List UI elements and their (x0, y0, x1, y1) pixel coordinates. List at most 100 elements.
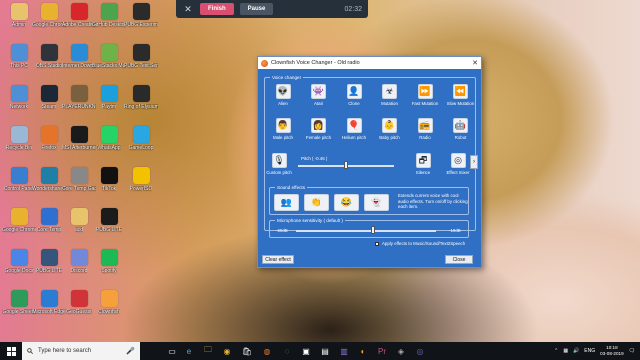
desktop-icon[interactable]: Recycle Bin (2, 126, 36, 160)
sound-effect-2[interactable]: 👏 (304, 194, 329, 211)
start-button[interactable] (0, 342, 22, 360)
desktop-icon[interactable]: Network (2, 85, 36, 119)
voice-custom-pitch[interactable]: 🎙 Custom pitch (264, 153, 294, 183)
voice-alien[interactable]: 👽 Alien (268, 84, 298, 114)
premiere-taskbar-icon[interactable]: Pr (376, 345, 388, 357)
voice-effect-mixer[interactable]: ◎ Effect mixer (443, 153, 473, 183)
desktop-icon[interactable]: Google Docs (2, 249, 36, 283)
silence-label: Silence (415, 170, 431, 175)
folder-icon (70, 208, 88, 225)
desktop-icon[interactable]: Google Chrome (32, 3, 66, 37)
desktop-icon[interactable]: Admin (2, 3, 36, 37)
desktop-icon[interactable]: Microsoft Edge (32, 290, 66, 324)
sound-effect-1[interactable]: 👥 (274, 194, 299, 211)
desktop-icon-label: Discord (70, 268, 88, 274)
voice-fast-mutation[interactable]: ⏩ Fast Mutation (410, 84, 440, 114)
language-indicator[interactable]: ENG (584, 348, 595, 354)
silence-icon: 🗗 (415, 153, 431, 168)
desktop-icon[interactable]: Core Temp (32, 208, 66, 242)
apply-effects-checkbox[interactable] (375, 242, 379, 246)
scroll-right-arrow[interactable]: › (470, 155, 478, 169)
desktop-icon[interactable]: WhatsApp (92, 126, 126, 160)
desktop-icon[interactable]: OBS Studio (32, 44, 66, 78)
pause-button[interactable]: Pause (239, 3, 274, 15)
desktop-icon[interactable]: Firefox (32, 126, 66, 160)
edge-taskbar-icon[interactable]: e (183, 345, 195, 357)
firefox-taskbar-icon[interactable]: ◍ (261, 345, 273, 357)
voice-atari[interactable]: 👾 Atari (304, 84, 334, 114)
voice-silence[interactable]: 🗗 Silence (408, 153, 438, 183)
desktop-icon[interactable]: This PC (2, 44, 36, 78)
clear-effect-button[interactable]: Clear effect (262, 255, 294, 264)
desktop-icon[interactable]: Control Panel (2, 167, 36, 201)
desktop-icon-label: PLAYERUNKNOWN'S BATTLEGROUNDS (62, 104, 96, 110)
voice-slow-mutation[interactable]: ⏪ Slow Mutation (446, 84, 476, 114)
whatsapp-taskbar-icon[interactable]: ◌ (281, 345, 293, 357)
voice-male-pitch[interactable]: 👨 Male pitch (268, 118, 298, 148)
desktop-icon[interactable]: MSI Afterburner (62, 126, 96, 160)
pubg-icon (70, 85, 88, 102)
desktop-icon[interactable]: GitHub Desktop (92, 3, 126, 37)
desktop-icon[interactable]: Internet Download Manager (62, 44, 96, 78)
voice-helium-pitch[interactable]: 🎈 Helium pitch (339, 118, 369, 148)
desktop-icon[interactable]: Clownfish (92, 290, 126, 324)
voice-mutation[interactable]: ☣ Mutation (375, 84, 405, 114)
voice-clone[interactable]: 👤 Clone (339, 84, 369, 114)
desktop-icon[interactable]: TikTok (92, 167, 126, 201)
recorder-close-icon[interactable]: ✕ (182, 3, 194, 15)
voice-radio[interactable]: 📻 Radio (410, 118, 440, 148)
close-button[interactable]: Close (445, 255, 473, 264)
app-taskbar-icon-1[interactable]: ▣ (300, 345, 312, 357)
desktop-icon[interactable]: Google Chrome (2, 208, 36, 242)
taskbar-clock[interactable]: 10:18 03-08-2019 (600, 345, 624, 357)
app-taskbar-icon-3[interactable]: ◈ (395, 345, 407, 357)
desktop-icon[interactable]: Paytm (92, 85, 126, 119)
desktop-icon[interactable]: PLAYERUNKNOWN'S BATTLEGROUNDS (62, 85, 96, 119)
desktop-icon[interactable]: Steam (32, 85, 66, 119)
sound-effect-3[interactable]: 😂 (334, 194, 359, 211)
bluestacks-icon (100, 44, 118, 61)
desktop-icon[interactable]: PUBG Test Server (124, 44, 158, 78)
sound-effect-4[interactable]: 👻 (364, 194, 389, 211)
volume-tray-icon[interactable]: 🔊 (573, 348, 579, 354)
finish-button[interactable]: Finish (200, 3, 234, 15)
voice-baby-pitch[interactable]: 👶 Baby pitch (375, 118, 405, 148)
desktop-icon[interactable]: acd (62, 208, 96, 242)
file-explorer-icon[interactable]: 🗀 (202, 345, 214, 357)
mic-slider-thumb[interactable] (371, 226, 375, 234)
desktop-icon[interactable]: GeoGuessr (62, 290, 96, 324)
desktop-icon[interactable]: Spotify (92, 249, 126, 283)
desktop-icon[interactable]: Discord (62, 249, 96, 283)
microphone-icon[interactable]: 🎤 (126, 347, 135, 355)
clownfish-titlebar[interactable]: Clownfish Voice Changer - Old radio ✕ (258, 57, 481, 69)
desktop-icon[interactable]: Ring of Elysium (124, 85, 158, 119)
desktop-icon[interactable]: Core Temp Gadget (62, 167, 96, 201)
voice-robot[interactable]: 🤖 Robot (446, 118, 476, 148)
desktop-icon[interactable]: PUBG LITE (92, 208, 126, 242)
desktop-icon[interactable]: Adobe Creative Cloud (62, 3, 96, 37)
task-view-icon[interactable]: ▭ (166, 345, 178, 357)
mic-slider-track[interactable] (296, 230, 436, 232)
notifications-icon[interactable]: 🗨 (629, 348, 635, 354)
taskbar-search-box[interactable]: Type here to search 🎤 (22, 342, 140, 360)
pubg-taskbar-icon[interactable]: ▤ (319, 345, 331, 357)
window-close-icon[interactable]: ✕ (472, 59, 478, 67)
desktop-icon[interactable]: Google Sheets (2, 290, 36, 324)
computer-icon (10, 44, 28, 61)
desktop-icon[interactable]: GameLoop (124, 126, 158, 160)
app-taskbar-icon-2[interactable]: ▥ (338, 345, 350, 357)
pitch-slider-thumb[interactable] (344, 161, 348, 169)
desktop-icon[interactable]: PUBG LITE (32, 249, 66, 283)
tray-chevron-icon[interactable]: ⌃ (554, 348, 558, 354)
steam-taskbar-icon[interactable]: ◎ (414, 345, 426, 357)
voice-female-pitch[interactable]: 👩 Female pitch (304, 118, 334, 148)
network-tray-icon[interactable]: ▦ (563, 348, 568, 354)
store-icon[interactable]: 🛍 (241, 345, 253, 357)
desktop-icon[interactable]: PUBG Experimental (124, 3, 158, 37)
crowd-icon: 👥 (280, 197, 293, 207)
desktop-icon[interactable]: BlueStacks Multi-Instance (92, 44, 126, 78)
clownfish-taskbar-icon[interactable]: ◐ (357, 345, 369, 357)
desktop-icon[interactable]: PowerISO (124, 167, 158, 201)
chrome-taskbar-icon[interactable]: ◉ (221, 345, 233, 357)
desktop-icon[interactable]: Wondershare Filmora (32, 167, 66, 201)
